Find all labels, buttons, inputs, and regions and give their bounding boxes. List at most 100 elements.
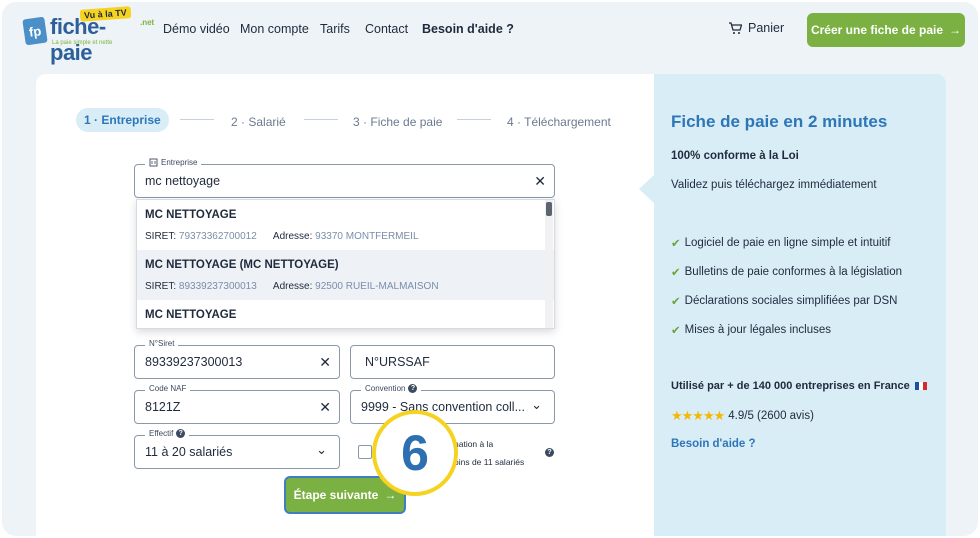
suggestion-name: MC NETTOYAGE (MC NETTOYAGE) — [145, 259, 339, 271]
suggestion-meta: SIRET: 79373362700012 Adresse: 93370 MON… — [145, 231, 546, 242]
step-number: 3 — [353, 115, 360, 129]
panel-line: Validez puis téléchargez immédiatement — [671, 179, 877, 191]
used-by-text: Utilisé par + de 140 000 entreprises en … — [671, 380, 910, 392]
suggestion-item[interactable]: MC NETTOYAGE SIRET: 79373362700012 Adres… — [137, 200, 554, 250]
clear-icon[interactable]: ✕ — [534, 173, 546, 190]
rating: ★★★★★ 4.9/5 (2600 avis) — [671, 408, 814, 424]
exemption-checkbox[interactable] — [358, 445, 372, 459]
help-icon[interactable]: ? — [176, 429, 186, 438]
building-icon — [149, 158, 158, 167]
step-divider — [304, 119, 338, 120]
cart-link[interactable]: Panier — [728, 21, 784, 35]
feature-item: ✔ Mises à jour légales incluses — [671, 323, 831, 337]
effectif-label: Effectif ? — [145, 429, 190, 438]
siret-field[interactable]: N°Siret 89339237300013 ✕ — [134, 339, 340, 379]
panel-help-link[interactable]: Besoin d'aide ? — [671, 438, 756, 450]
next-step-label: Étape suivante — [293, 488, 379, 502]
step-divider — [457, 119, 491, 120]
clear-icon[interactable]: ✕ — [319, 399, 331, 416]
siret-input[interactable]: 89339237300013 — [145, 355, 242, 369]
siret-value: 89339237300013 — [178, 281, 257, 292]
step-fiche-de-paie[interactable]: 3 · Fiche de paie — [353, 112, 442, 132]
convention-value: 9999 - Sans convention coll... — [361, 400, 525, 414]
naf-input[interactable]: 8121Z — [145, 400, 180, 414]
entreprise-input[interactable]: mc nettoyage — [145, 174, 220, 188]
entreprise-field[interactable]: Entreprise mc nettoyage ✕ — [134, 158, 555, 198]
siret-label: SIRET: — [145, 231, 177, 242]
nav-mon-compte[interactable]: Mon compte — [240, 22, 309, 36]
chevron-down-icon: ⌄ — [316, 442, 327, 457]
step-number: 2 — [231, 115, 238, 129]
checkbox-text-line1: nation à la — [454, 439, 494, 449]
step-divider — [180, 119, 214, 120]
nav-help[interactable]: Besoin d'aide ? — [422, 22, 514, 36]
siret-value: 79373362700012 — [178, 231, 257, 242]
check-icon: ✔ — [671, 325, 681, 337]
logo-mark: fp — [22, 16, 48, 46]
feature-item: ✔ Bulletins de paie conformes à la législ… — [671, 265, 902, 279]
convention-label: Convention ? — [361, 384, 422, 393]
scrollbar-thumb[interactable] — [546, 202, 552, 216]
panel-title: Fiche de paie en 2 minutes — [671, 112, 888, 131]
effectif-value: 11 à 20 salariés — [145, 445, 233, 459]
arrow-right-icon: → — [949, 23, 962, 37]
step-entreprise[interactable]: 1 · Entreprise — [76, 108, 169, 132]
logo-tagline: La paie simple et nette — [52, 40, 113, 46]
feature-text: Logiciel de paie en ligne simple et intu… — [684, 237, 891, 249]
suggestion-meta: SIRET: 89339237300013 Adresse: 92500 RUE… — [145, 281, 546, 292]
feature-item: ✔ Logiciel de paie en ligne simple et int… — [671, 236, 891, 250]
suggestion-item[interactable]: MC NETTOYAGE (MC NETTOYAGE) SIRET: 89339… — [137, 250, 554, 300]
cart-icon — [729, 21, 742, 34]
nav-demo-video[interactable]: Démo vidéo — [163, 22, 230, 36]
feature-text: Mises à jour légales incluses — [684, 324, 832, 336]
stars-icon: ★★★★★ — [671, 408, 725, 423]
convention-select[interactable]: Convention ? 9999 - Sans convention coll… — [350, 384, 555, 424]
naf-field[interactable]: Code NAF 8121Z ✕ — [134, 384, 340, 424]
check-icon: ✔ — [671, 296, 681, 308]
address-value: 92500 RUEIL-MALMAISON — [315, 281, 439, 292]
help-icon[interactable]: ? — [408, 384, 418, 393]
logo[interactable]: fp fiche-paie Vu à la TV .net La paie si… — [22, 6, 154, 65]
used-by: Utilisé par + de 140 000 entreprises en … — [671, 380, 927, 392]
feature-text: Bulletins de paie conformes à la législa… — [684, 266, 902, 278]
address-label: Adresse: — [272, 231, 313, 242]
suggestion-item[interactable]: MC NETTOYAGE — [137, 300, 554, 328]
step-number: 1 — [84, 113, 91, 127]
urssaf-field[interactable]: N°URSSAF — [350, 345, 555, 379]
chevron-down-icon: ⌄ — [531, 397, 542, 412]
naf-label: Code NAF — [145, 384, 191, 393]
nav-contact[interactable]: Contact — [365, 22, 408, 36]
address-value: 93370 MONTFERMEIL — [315, 231, 419, 242]
create-payslip-button[interactable]: Créer une fiche de paie → — [807, 13, 965, 47]
step-label: Salarié — [248, 115, 286, 129]
address-label: Adresse: — [272, 281, 313, 292]
step-label: Téléchargement — [524, 115, 611, 129]
entreprise-label: Entreprise — [145, 158, 202, 167]
checkbox-text-line2: oins de 11 salariés — [454, 457, 525, 467]
step-label: Fiche de paie — [370, 115, 443, 129]
suggestion-name: MC NETTOYAGE — [145, 309, 237, 321]
effectif-label-text: Effectif — [149, 429, 174, 438]
urssaf-input[interactable]: N°URSSAF — [365, 355, 430, 369]
nav-tarifs[interactable]: Tarifs — [320, 22, 350, 36]
help-icon[interactable]: ? — [545, 448, 554, 457]
step-label: Entreprise — [101, 113, 161, 127]
siret-label: SIRET: — [145, 281, 177, 292]
logo-net: .net — [140, 18, 155, 27]
step-telechargement[interactable]: 4 · Téléchargement — [507, 112, 611, 132]
convention-label-text: Convention — [365, 384, 406, 393]
rating-text: 4.9/5 (2600 avis) — [728, 410, 814, 422]
step-number-badge: 6 — [372, 410, 458, 496]
step-salarie[interactable]: 2 · Salarié — [231, 112, 286, 132]
france-flag-icon — [914, 382, 927, 390]
cart-label: Panier — [748, 21, 785, 35]
entreprise-label-text: Entreprise — [161, 158, 198, 167]
panel-subtitle: 100% conforme à la Loi — [671, 150, 799, 162]
panel-notch — [639, 174, 655, 204]
scrollbar[interactable] — [545, 200, 553, 328]
clear-icon[interactable]: ✕ — [319, 354, 331, 371]
feature-text: Déclarations sociales simplifiées par DS… — [684, 295, 898, 307]
effectif-select[interactable]: Effectif ? 11 à 20 salariés ⌄ — [134, 429, 340, 469]
siret-label: N°Siret — [145, 339, 179, 348]
check-icon: ✔ — [671, 267, 681, 279]
